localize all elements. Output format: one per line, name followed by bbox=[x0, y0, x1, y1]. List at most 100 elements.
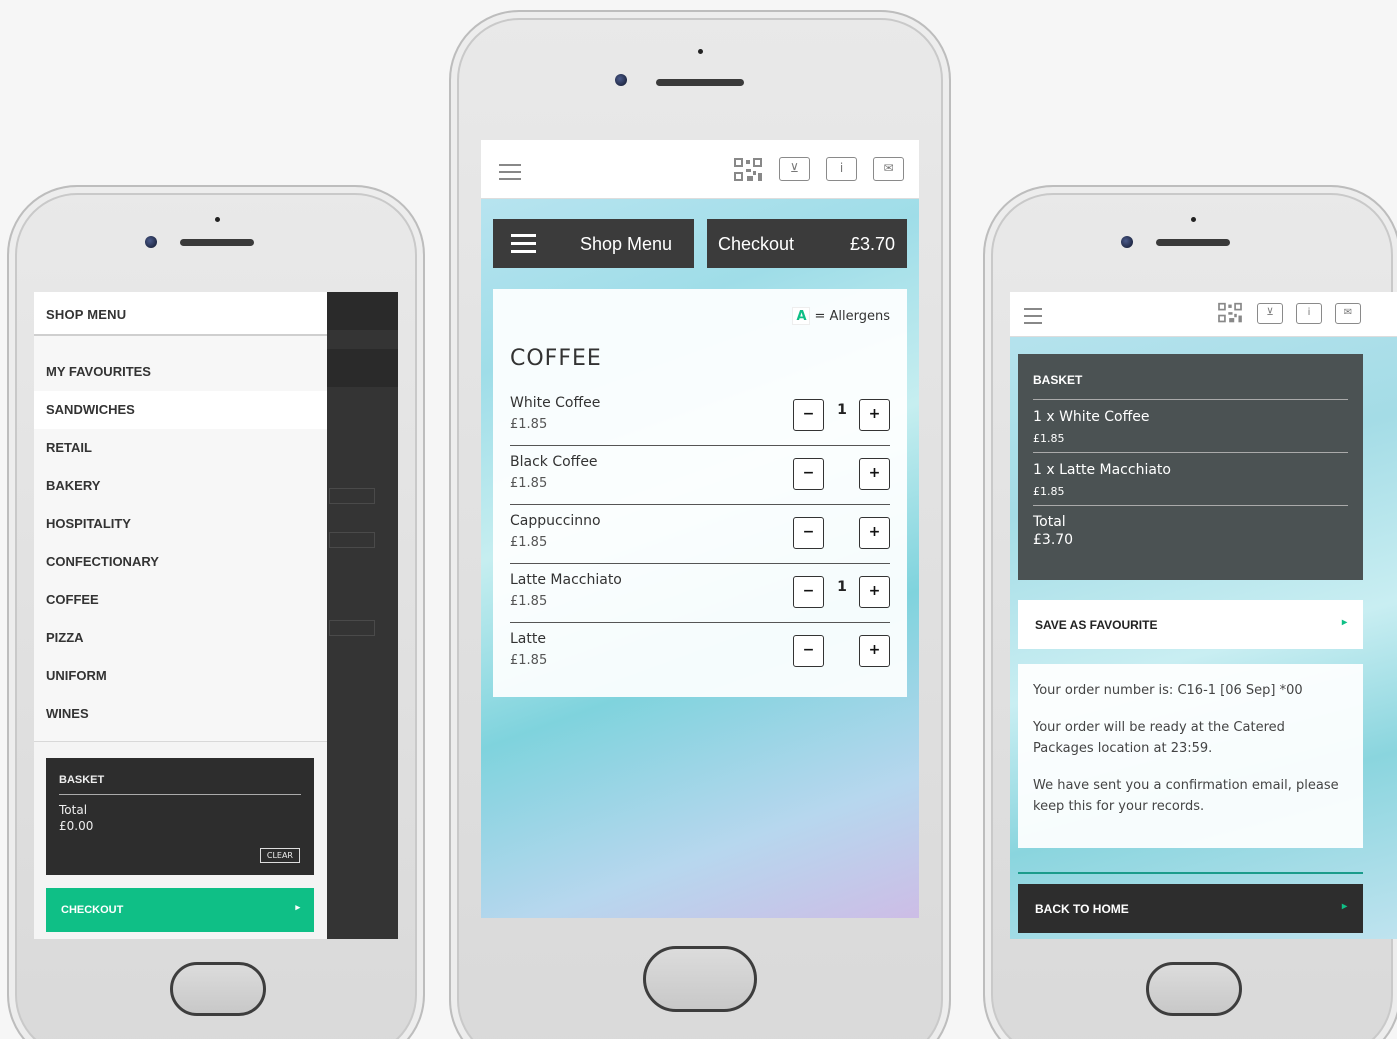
screen-coffee-menu: ⊻ i ✉ Shop Menu Checkout £3.70 A = Allerg… bbox=[481, 140, 919, 918]
info-icon[interactable]: i bbox=[826, 157, 857, 181]
info-icon[interactable]: i bbox=[1296, 303, 1322, 324]
front-camera bbox=[615, 74, 627, 86]
basket-line: 1 x Latte Macchiato £1.85 bbox=[1033, 453, 1348, 506]
quantity-value: 1 bbox=[837, 402, 847, 418]
shop-menu-drawer: SHOP MENU MY FAVOURITES SANDWICHES RETAI… bbox=[34, 292, 327, 939]
qr-code-icon[interactable] bbox=[1216, 302, 1244, 326]
sensor-dot bbox=[1191, 217, 1196, 222]
decrease-quantity-button[interactable]: − bbox=[793, 635, 824, 667]
allergen-key: A = Allergens bbox=[792, 307, 890, 325]
category-item-coffee[interactable]: COFFEE bbox=[34, 581, 327, 619]
app-showcase: SHOP MENU MY FAVOURITES SANDWICHES RETAI… bbox=[0, 0, 1397, 1039]
category-item-my-favourites[interactable]: MY FAVOURITES bbox=[34, 353, 327, 391]
dimmed-topbar bbox=[327, 292, 398, 330]
decrease-quantity-button[interactable]: − bbox=[793, 576, 824, 608]
order-number-text: Your order number is: C16-1 [06 Sep] *00 bbox=[1033, 683, 1303, 698]
earpiece-speaker bbox=[656, 79, 744, 86]
save-as-favourite-button[interactable]: SAVE AS FAVOURITE ▸ bbox=[1018, 600, 1363, 649]
product-price: £1.85 bbox=[510, 653, 548, 668]
home-button[interactable] bbox=[170, 962, 266, 1016]
dimmed-control bbox=[329, 620, 375, 636]
shop-menu-label: Shop Menu bbox=[580, 234, 673, 254]
category-item-confectionary[interactable]: CONFECTIONARY bbox=[34, 543, 327, 581]
dimmed-control bbox=[329, 488, 375, 504]
basket-line-name: 1 x Latte Macchiato bbox=[1033, 462, 1171, 478]
basket-icon[interactable]: ⊻ bbox=[779, 157, 810, 181]
qr-code-icon[interactable] bbox=[732, 157, 763, 181]
dimmed-control bbox=[329, 532, 375, 548]
category-item-pizza[interactable]: PIZZA bbox=[34, 619, 327, 657]
decrease-quantity-button[interactable]: − bbox=[793, 399, 824, 431]
increase-quantity-button[interactable]: + bbox=[859, 635, 890, 667]
category-item-hospitality[interactable]: HOSPITALITY bbox=[34, 505, 327, 543]
dimmed-page-overlay[interactable] bbox=[327, 292, 398, 939]
product-name: Latte Macchiato bbox=[510, 572, 622, 588]
decrease-quantity-button[interactable]: − bbox=[793, 517, 824, 549]
product-name: Latte bbox=[510, 631, 546, 647]
dimmed-checkout bbox=[327, 349, 398, 387]
checkout-label: Checkout bbox=[718, 234, 795, 254]
category-item-retail[interactable]: RETAIL bbox=[34, 429, 327, 467]
basket-summary: BASKET Total £0.00 CLEAR bbox=[46, 758, 314, 875]
home-button[interactable] bbox=[643, 946, 757, 1012]
increase-quantity-button[interactable]: + bbox=[859, 576, 890, 608]
hamburger-menu-icon bbox=[511, 234, 536, 258]
clear-basket-button[interactable]: CLEAR bbox=[259, 848, 300, 863]
allergen-badge: A bbox=[792, 307, 811, 325]
quantity-value: 1 bbox=[837, 579, 847, 595]
divider bbox=[1018, 872, 1363, 874]
category-item-sandwiches[interactable]: SANDWICHES bbox=[34, 391, 327, 429]
basket-title: BASKET bbox=[59, 774, 301, 795]
mail-icon[interactable]: ✉ bbox=[1335, 303, 1361, 324]
front-camera bbox=[145, 236, 157, 248]
mail-icon[interactable]: ✉ bbox=[873, 157, 904, 181]
product-name: Cappuccinno bbox=[510, 513, 601, 529]
confirmation-email-text: We have sent you a confirmation email, p… bbox=[1033, 778, 1339, 814]
category-item-bakery[interactable]: BAKERY bbox=[34, 467, 327, 505]
drawer-title: SHOP MENU bbox=[34, 292, 327, 336]
increase-quantity-button[interactable]: + bbox=[859, 399, 890, 431]
product-name: Black Coffee bbox=[510, 454, 598, 470]
basket-panel: BASKET 1 x White Coffee £1.85 1 x Latte … bbox=[1018, 354, 1363, 580]
basket-line: 1 x White Coffee £1.85 bbox=[1033, 400, 1348, 453]
earpiece-speaker bbox=[180, 239, 254, 246]
increase-quantity-button[interactable]: + bbox=[859, 517, 890, 549]
product-price: £1.85 bbox=[510, 594, 548, 609]
basket-total-value: £0.00 bbox=[59, 819, 94, 833]
front-camera bbox=[1121, 236, 1133, 248]
screen-order-confirmation: ⊻ i ✉ BASKET 1 x White Coffee £1.85 1 x … bbox=[1010, 292, 1397, 939]
product-row: Latte Macchiato £1.85 − 1 + bbox=[510, 564, 890, 623]
decrease-quantity-button[interactable]: − bbox=[793, 458, 824, 490]
checkout-label: CHECKOUT bbox=[61, 904, 124, 916]
category-title: COFFEE bbox=[510, 346, 602, 371]
hamburger-menu-icon[interactable] bbox=[1024, 308, 1042, 324]
order-confirmation-panel: Your order number is: C16-1 [06 Sep] *00… bbox=[1018, 664, 1363, 848]
category-item-wines[interactable]: WINES bbox=[34, 695, 327, 733]
product-list-card: A = Allergens COFFEE White Coffee £1.85 −… bbox=[493, 289, 907, 697]
back-to-home-button[interactable]: BACK TO HOME ▸ bbox=[1018, 884, 1363, 933]
basket-icon[interactable]: ⊻ bbox=[1257, 303, 1283, 324]
basket-total: Total £3.70 bbox=[1033, 506, 1348, 548]
shop-menu-button[interactable]: Shop Menu bbox=[493, 219, 694, 268]
sensor-dot bbox=[698, 49, 703, 54]
top-bar: ⊻ i ✉ bbox=[1010, 292, 1397, 337]
screen-shop-menu: SHOP MENU MY FAVOURITES SANDWICHES RETAI… bbox=[34, 292, 398, 939]
order-ready-text: Your order will be ready at the Catered … bbox=[1033, 720, 1285, 756]
product-price: £1.85 bbox=[510, 417, 548, 432]
product-row: Latte £1.85 − + bbox=[510, 623, 890, 682]
save-as-favourite-label: SAVE AS FAVOURITE bbox=[1035, 618, 1158, 632]
basket-line-price: £1.85 bbox=[1033, 485, 1065, 498]
chevron-right-icon: ▸ bbox=[295, 902, 300, 912]
product-price: £1.85 bbox=[510, 476, 548, 491]
category-item-uniform[interactable]: UNIFORM bbox=[34, 657, 327, 695]
checkout-button[interactable]: CHECKOUT ▸ bbox=[46, 888, 314, 932]
earpiece-speaker bbox=[1156, 239, 1230, 246]
home-button[interactable] bbox=[1146, 962, 1242, 1016]
product-name: White Coffee bbox=[510, 395, 601, 411]
basket-title: BASKET bbox=[1033, 354, 1348, 400]
hamburger-menu-icon[interactable] bbox=[499, 164, 521, 180]
increase-quantity-button[interactable]: + bbox=[859, 458, 890, 490]
checkout-button[interactable]: Checkout £3.70 bbox=[707, 219, 907, 268]
chevron-right-icon: ▸ bbox=[1341, 901, 1347, 912]
back-to-home-label: BACK TO HOME bbox=[1035, 902, 1129, 916]
